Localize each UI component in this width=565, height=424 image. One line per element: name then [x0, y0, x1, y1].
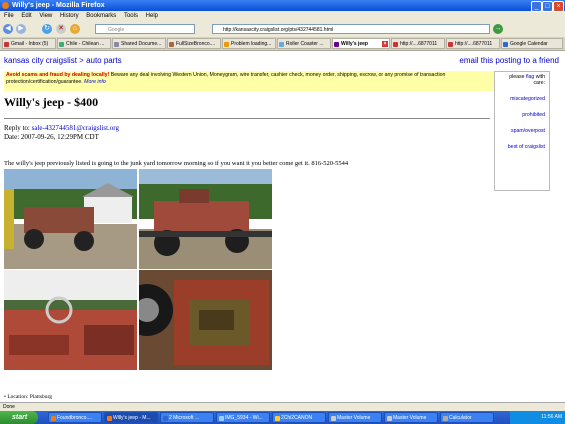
flag-box: please flag with care: miscategorized pr…: [494, 71, 550, 191]
start-button[interactable]: start: [0, 411, 38, 424]
search-input[interactable]: Google: [95, 24, 195, 34]
page-icon: [279, 42, 284, 47]
taskbar-volume-1[interactable]: Master Volume: [328, 412, 382, 423]
more-info-link[interactable]: More info: [84, 79, 106, 85]
tab-willys-jeep[interactable]: Willy's jeep ×: [332, 38, 390, 49]
image-icon: [219, 416, 224, 421]
posting-title: Willy's jeep - $400: [4, 95, 99, 109]
address-bar[interactable]: http://kansascity.craigslist.org/pts/432…: [212, 24, 490, 34]
page-icon: [114, 42, 119, 47]
breadcrumb: kansas city craigslist > auto parts: [4, 56, 122, 65]
page-icon: [59, 42, 64, 47]
menu-edit[interactable]: Edit: [21, 13, 31, 19]
status-bar: Done: [0, 402, 565, 411]
taskbar-calculator[interactable]: Calculator: [440, 412, 494, 423]
jeep-photo-2[interactable]: [139, 169, 272, 269]
firefox-icon: [107, 416, 112, 421]
tab-problem-loading[interactable]: Problem loading...: [222, 38, 276, 49]
word-icon: [163, 416, 168, 421]
gmail-icon: [393, 42, 398, 47]
warning-title: Avoid scams and fraud by dealing locally…: [6, 72, 110, 78]
taskbar-microsoft[interactable]: 2 Microsoft ...: [160, 412, 214, 423]
forward-icon[interactable]: ▶: [16, 24, 26, 34]
tab-bar: Gmail - Inbox (5) Chile - Chilean ... Sh…: [0, 37, 565, 51]
reply-to-line: Reply to: sale-432744581@craigslist.org: [4, 124, 120, 132]
posting-date: Date: 2007-09-26, 12:29PM CDT: [4, 133, 99, 141]
flag-miscategorized-link[interactable]: miscategorized: [510, 96, 545, 102]
flag-prohibited-link[interactable]: prohibited: [522, 112, 545, 118]
home-icon[interactable]: ⌂: [70, 24, 80, 34]
jeep-photo-3[interactable]: [4, 270, 137, 370]
tab-chile[interactable]: Chile - Chilean ...: [57, 38, 111, 49]
page-content: kansas city craigslist > auto parts emai…: [0, 51, 565, 402]
taskbar-willys-jeep[interactable]: Willy's jeep - M...: [104, 412, 158, 423]
menu-bookmarks[interactable]: Bookmarks: [86, 13, 116, 19]
volume-icon: [331, 416, 336, 421]
tab-fullsizebronco[interactable]: FullSizeBronco....: [167, 38, 221, 49]
taskbar-foundbronco[interactable]: Foundbronco....: [48, 412, 102, 423]
tab-http-1[interactable]: http://....6877011: [391, 38, 445, 49]
breadcrumb-section-link[interactable]: auto parts: [86, 56, 122, 65]
reload-icon[interactable]: ↻: [42, 24, 52, 34]
tab-gmail[interactable]: Gmail - Inbox (5): [2, 38, 56, 49]
gmail-icon: [448, 42, 453, 47]
taskbar-img[interactable]: IMG_5934 - Wi...: [216, 412, 270, 423]
folder-icon: [275, 416, 280, 421]
page-icon: [169, 42, 174, 47]
firefox-icon: [51, 416, 56, 421]
scam-warning: Avoid scams and fraud by dealing locally…: [4, 71, 494, 91]
taskbar-volume-2[interactable]: Master Volume: [384, 412, 438, 423]
tab-roller-coaster[interactable]: Roller Coaster ...: [277, 38, 331, 49]
window-title: Willy's jeep - Mozilla Firefox: [12, 2, 105, 9]
gmail-icon: [4, 42, 9, 47]
flag-header: please flag with care:: [509, 74, 545, 86]
email-to-friend-link[interactable]: email this posting to a friend: [459, 56, 559, 65]
reply-email-link[interactable]: sale-432744581@craigslist.org: [32, 124, 119, 132]
divider: [4, 118, 490, 119]
back-icon[interactable]: ◀: [3, 24, 13, 34]
tab-google-calendar[interactable]: Google Calendar: [501, 38, 563, 49]
calendar-icon: [503, 42, 508, 47]
jeep-photo-4[interactable]: [139, 270, 272, 370]
clock[interactable]: 11:56 AM: [541, 414, 562, 420]
menu-tools[interactable]: Tools: [124, 13, 138, 19]
menu-file[interactable]: File: [4, 13, 14, 19]
navigation-toolbar: ◀ ▶ ↻ ✕ ⌂ Google http://kansascity.craig…: [0, 21, 565, 37]
system-tray: 11:56 AM: [510, 411, 565, 424]
tab-shared-docs[interactable]: Shared Docume...: [112, 38, 166, 49]
tab-http-2[interactable]: http://....6877011: [446, 38, 500, 49]
menu-bar: File Edit View History Bookmarks Tools H…: [0, 11, 565, 21]
taskbar: start Foundbronco.... Willy's jeep - M..…: [0, 411, 565, 424]
warning-icon: [224, 42, 229, 47]
flag-best-of-link[interactable]: best of craigslist: [508, 144, 545, 150]
flag-spam-link[interactable]: spam/overpost: [511, 128, 545, 134]
menu-view[interactable]: View: [39, 13, 52, 19]
title-bar: Willy's jeep - Mozilla Firefox _ □ ×: [0, 0, 565, 12]
breadcrumb-site-link[interactable]: kansas city craigslist: [4, 56, 77, 65]
craigslist-icon: [334, 42, 339, 47]
menu-history[interactable]: History: [60, 13, 79, 19]
close-tab-icon[interactable]: ×: [382, 41, 388, 47]
posting-body: The willy's jeep previously listed is go…: [4, 160, 349, 167]
go-icon[interactable]: →: [493, 24, 503, 34]
jeep-photo-1[interactable]: [4, 169, 137, 269]
location-line: • Location: Plattsburg: [4, 394, 52, 400]
breadcrumb-separator: >: [79, 56, 84, 65]
calculator-icon: [443, 416, 448, 421]
firefox-icon: [2, 2, 9, 9]
volume-icon: [387, 416, 392, 421]
menu-help[interactable]: Help: [146, 13, 158, 19]
stop-icon[interactable]: ✕: [56, 24, 66, 34]
taskbar-canon[interactable]: 2Chi2CANON: [272, 412, 326, 423]
